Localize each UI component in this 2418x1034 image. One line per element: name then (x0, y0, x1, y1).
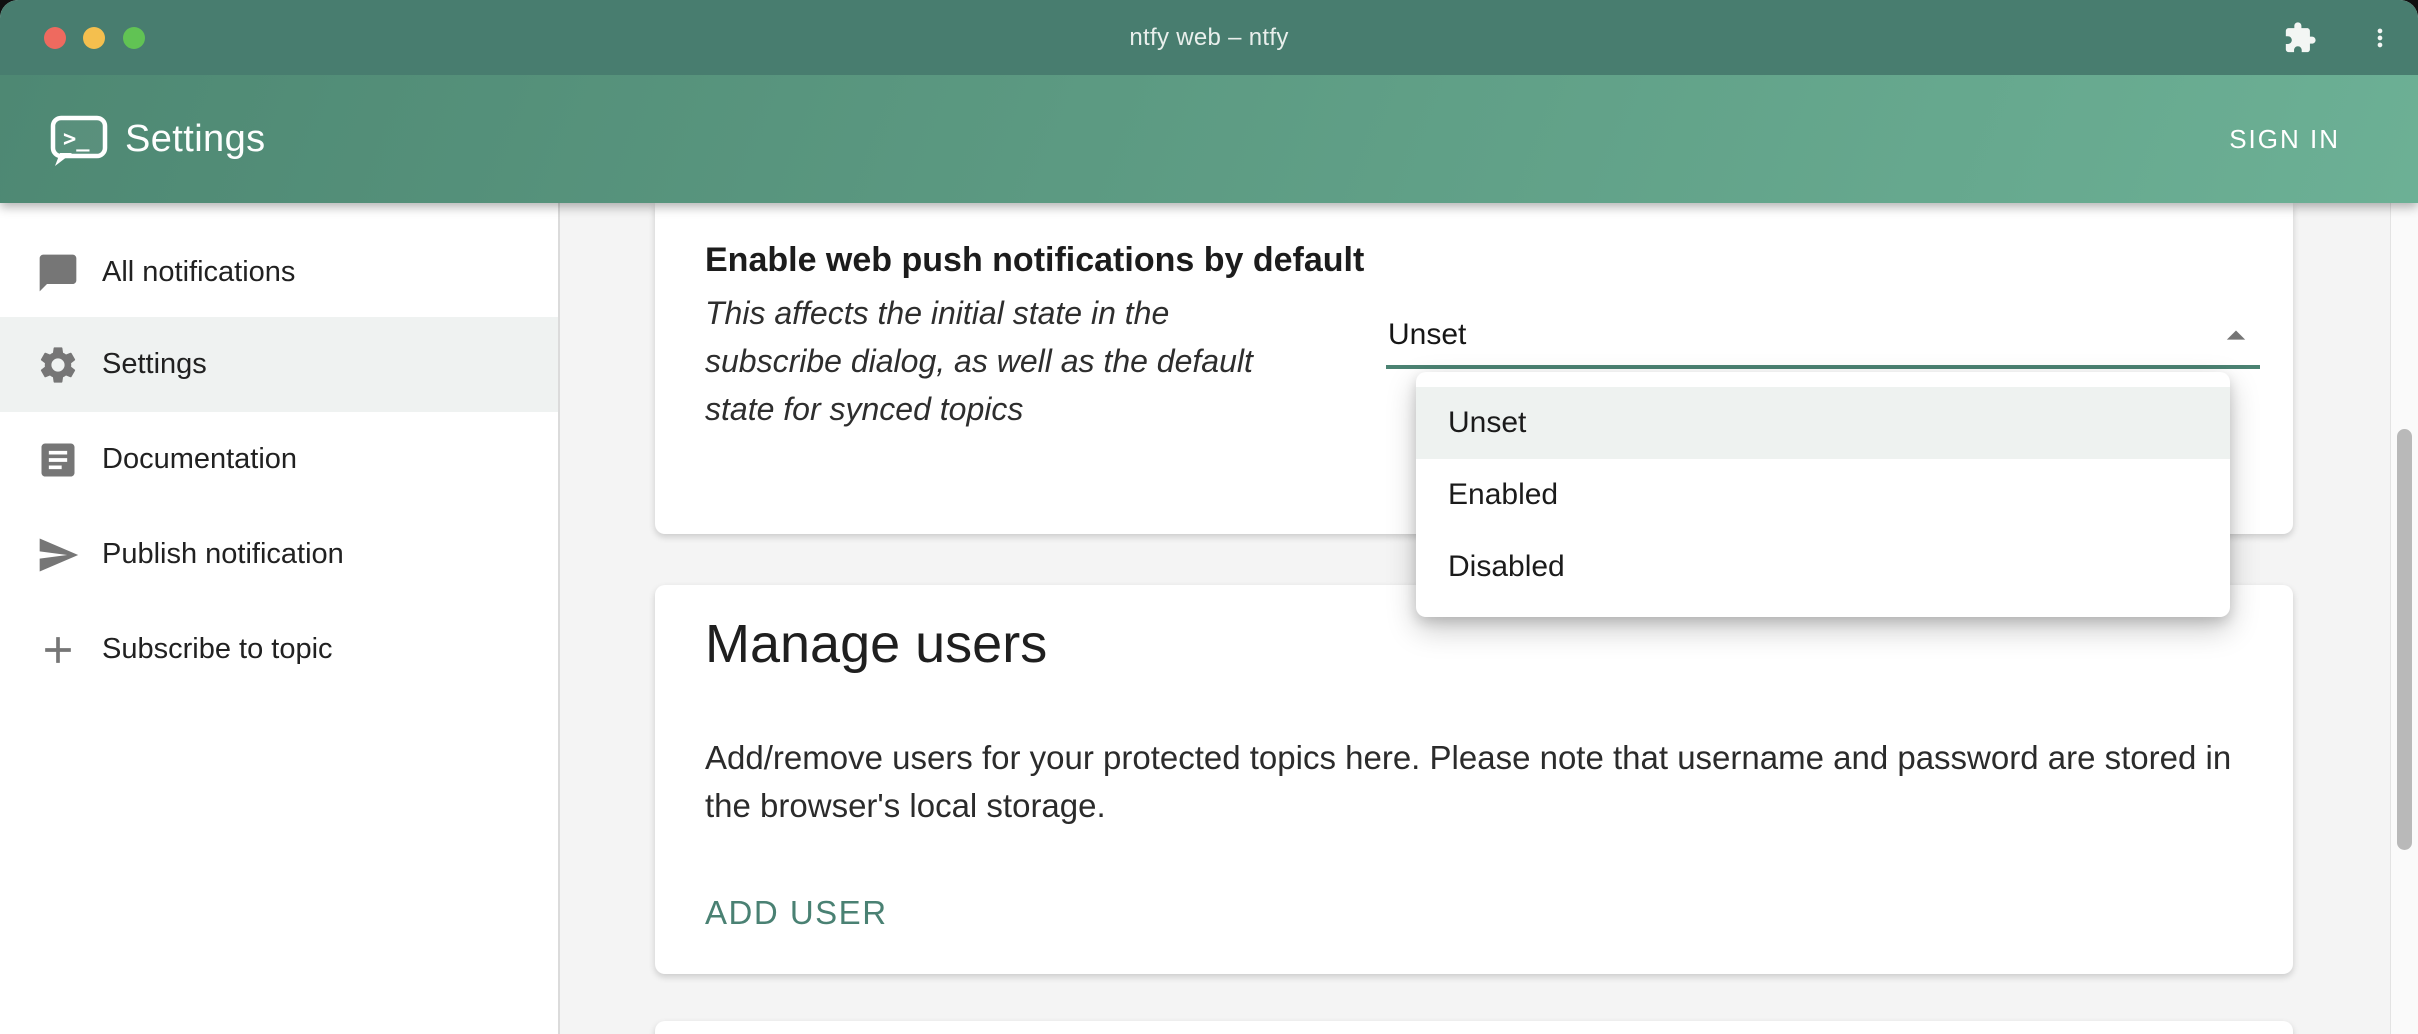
sidebar-item-publish-notification[interactable]: Publish notification (0, 507, 558, 602)
menu-option-unset[interactable]: Unset (1416, 387, 2230, 459)
sidebar-item-label: Publish notification (102, 538, 344, 571)
sidebar-item-label: Settings (102, 348, 207, 381)
sidebar-item-all-notifications[interactable]: All notifications (0, 225, 558, 320)
card-title: Manage users (705, 613, 1047, 675)
card-description: Add/remove users for your protected topi… (705, 734, 2265, 830)
sign-in-button[interactable]: SIGN IN (2229, 75, 2340, 203)
sidebar-item-subscribe-to-topic[interactable]: Subscribe to topic (0, 602, 558, 697)
sidebar-nav: All notifications Settings Documentation… (0, 203, 560, 1034)
maximize-window-button[interactable] (123, 27, 145, 49)
manage-users-card: Manage users Add/remove users for your p… (655, 585, 2293, 974)
window-title: ntfy web – ntfy (0, 0, 2418, 75)
scrollbar-track[interactable] (2390, 203, 2418, 1034)
article-icon (36, 438, 80, 482)
extensions-puzzle-icon[interactable] (2281, 21, 2319, 55)
setting-description: This affects the initial state in the su… (705, 289, 1345, 433)
arrow-drop-up-icon[interactable] (2214, 314, 2258, 358)
add-user-button[interactable]: ADD USER (705, 894, 888, 932)
plus-icon (36, 628, 80, 672)
sidebar-item-label: Subscribe to topic (102, 633, 333, 666)
scrollbar-thumb[interactable] (2397, 429, 2412, 850)
page-title: Settings (125, 75, 266, 203)
minimize-window-button[interactable] (83, 27, 105, 49)
sidebar-item-label: Documentation (102, 443, 297, 476)
send-icon (36, 533, 80, 577)
menu-option-enabled[interactable]: Enabled (1416, 459, 2230, 531)
web-push-select[interactable]: Unset (1388, 318, 2228, 352)
sidebar-item-documentation[interactable]: Documentation (0, 412, 558, 507)
sidebar-item-settings[interactable]: Settings (0, 317, 558, 412)
menu-option-disabled[interactable]: Disabled (1416, 531, 2230, 603)
close-window-button[interactable] (44, 27, 66, 49)
select-underline (1386, 365, 2260, 369)
ntfy-logo-icon[interactable]: >_ (50, 115, 108, 167)
next-card-partial (655, 1021, 2293, 1034)
setting-title: Enable web push notifications by default (705, 241, 1364, 280)
sidebar-item-label: All notifications (102, 256, 295, 289)
app-header: >_ Settings SIGN IN (0, 75, 2418, 203)
select-dropdown-menu: Unset Enabled Disabled (1416, 372, 2230, 617)
browser-menu-kebab-icon[interactable] (2366, 20, 2394, 56)
svg-text:>_: >_ (63, 127, 90, 152)
window-titlebar: ntfy web – ntfy (0, 0, 2418, 75)
gear-icon (36, 343, 80, 387)
chat-icon (36, 251, 80, 295)
browser-window: ntfy web – ntfy >_ Settings SIGN IN (0, 0, 2418, 1034)
